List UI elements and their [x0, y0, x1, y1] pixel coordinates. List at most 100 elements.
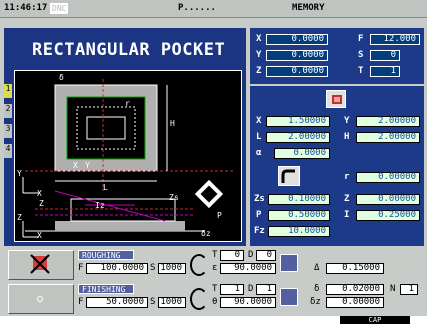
- finishing-rotation-icon[interactable]: [190, 288, 208, 310]
- memory-label: MEMORY: [292, 3, 325, 13]
- roughing-angle-field[interactable]: 90.0000: [220, 263, 276, 274]
- footer-bar: CAP: [0, 316, 427, 324]
- label-alpha: α: [256, 148, 262, 158]
- label-finishing-theta: θ: [212, 297, 218, 307]
- roughing-tool-field[interactable]: 0: [220, 250, 244, 261]
- roughing-tag: ROUGHING: [78, 250, 134, 260]
- finishing-tool-field[interactable]: 1: [220, 284, 244, 295]
- label-roughing-eps: ε: [212, 263, 218, 273]
- pocket-diagram: [22, 79, 235, 238]
- corner-type-button[interactable]: [278, 166, 300, 186]
- tool-field[interactable]: 1: [370, 66, 400, 77]
- finishing-dz-field[interactable]: 0.00000: [326, 297, 384, 308]
- radius-field[interactable]: 0.00000: [356, 172, 420, 183]
- program-name: P......: [178, 3, 216, 13]
- depth-field[interactable]: 0.50000: [268, 210, 330, 221]
- label-delta-top: δ: [59, 73, 64, 82]
- height-field[interactable]: 2.00000: [356, 132, 420, 143]
- label-iz: Iz: [95, 201, 105, 210]
- z-field[interactable]: 0.00000: [356, 194, 420, 205]
- drawing-panel: RECTANGULAR POCKET δ r H L X Y Zs Z Iz P…: [4, 28, 246, 246]
- geometry-panel: X 1.50000 Y 2.00000 L 2.00000 H 2.00000 …: [250, 86, 424, 246]
- x-center-field[interactable]: 1.50000: [266, 116, 330, 127]
- axis-z-label: Z: [17, 213, 22, 222]
- position-panel: X 0.0000 F 12.000 Y 0.0000 S 0 Z 0.0000 …: [250, 28, 424, 84]
- label-finishing-f: F: [78, 297, 84, 307]
- label-x-geom: X: [256, 116, 262, 126]
- label-speed: S: [358, 50, 364, 60]
- side-tab-3[interactable]: 3: [4, 124, 12, 138]
- z-position-field[interactable]: 0.0000: [266, 66, 328, 77]
- fz-field[interactable]: 10.0000: [268, 226, 330, 237]
- finishing-tool-button[interactable]: [8, 284, 74, 314]
- label-r: r: [125, 99, 130, 108]
- label-roughing-f: F: [78, 263, 84, 273]
- feed-field[interactable]: 12.000: [370, 34, 420, 45]
- axis-y-label: Y: [17, 169, 22, 178]
- roughing-delta-field[interactable]: 0.15000: [326, 263, 384, 274]
- label-y-pos: Y: [256, 50, 262, 60]
- axis-x2-label: X: [37, 231, 42, 240]
- label-zs-geom: Zs: [254, 194, 265, 204]
- y-center-field[interactable]: 2.00000: [356, 116, 420, 127]
- label-finishing-delta: δ: [314, 284, 320, 294]
- finishing-feed-field[interactable]: 50.0000: [86, 297, 148, 308]
- label-roughing-d: D: [248, 250, 254, 260]
- finishing-speed-field[interactable]: 1000: [158, 297, 186, 308]
- label-y: Y: [85, 161, 90, 170]
- label-roughing-s: S: [150, 263, 156, 273]
- side-tab-1[interactable]: 1: [4, 84, 12, 98]
- finishing-mode-button[interactable]: [280, 288, 298, 306]
- label-finishing-d: D: [248, 284, 254, 294]
- roughing-mode-button[interactable]: [280, 254, 298, 272]
- label-roughing-delta: Δ: [314, 263, 320, 273]
- label-h: H: [170, 119, 175, 128]
- label-zs: Zs: [169, 193, 179, 202]
- length-field[interactable]: 2.00000: [266, 132, 330, 143]
- label-finishing-t: T: [212, 284, 218, 294]
- zs-field[interactable]: 0.10000: [268, 194, 330, 205]
- corner-icon-button[interactable]: [326, 90, 346, 108]
- clock: 11:46:17: [4, 3, 48, 13]
- stop-icon: [332, 95, 342, 104]
- label-fz-geom: Fz: [254, 226, 265, 236]
- x-position-field[interactable]: 0.0000: [266, 34, 328, 45]
- caps-indicator: CAP: [340, 316, 410, 324]
- speed-field[interactable]: 0: [370, 50, 400, 61]
- finishing-angle-field[interactable]: 90.0000: [220, 297, 276, 308]
- label-r-geom: r: [344, 172, 350, 182]
- angle-field[interactable]: 0.0000: [274, 148, 330, 159]
- roughing-icon: [30, 254, 50, 274]
- page-title: RECTANGULAR POCKET: [32, 40, 226, 60]
- label-finishing-dz: δz: [310, 297, 321, 307]
- y-position-field[interactable]: 0.0000: [266, 50, 328, 61]
- side-tab-4[interactable]: 4: [4, 144, 12, 158]
- label-p-geom: P: [256, 210, 262, 220]
- label-z-geom: Z: [344, 194, 350, 204]
- roughing-feed-field[interactable]: 100.0000: [86, 263, 148, 274]
- side-tab-2[interactable]: 2: [4, 104, 12, 118]
- label-x-pos: X: [256, 34, 262, 44]
- finishing-icon: [37, 296, 43, 302]
- label-h-geom: H: [344, 132, 350, 142]
- label-finishing-s: S: [150, 297, 156, 307]
- label-z-pos: Z: [256, 66, 262, 76]
- label-roughing-t: T: [212, 250, 218, 260]
- finishing-d-field[interactable]: 1: [256, 284, 276, 295]
- roughing-d-field[interactable]: 0: [256, 250, 276, 261]
- label-l-geom: L: [256, 132, 262, 142]
- roughing-tool-button[interactable]: [8, 250, 74, 280]
- label-y-geom: Y: [344, 116, 350, 126]
- label-p: P: [217, 211, 222, 220]
- finishing-tag: FINISHING: [78, 284, 134, 294]
- finishing-n-field[interactable]: 1: [400, 284, 418, 295]
- finishing-delta-field[interactable]: 0.02000: [326, 284, 384, 295]
- increment-field[interactable]: 0.25000: [356, 210, 420, 221]
- label-z: Z: [39, 199, 44, 208]
- label-i-geom: I: [344, 210, 350, 220]
- label-finishing-n: N: [390, 284, 396, 294]
- roughing-speed-field[interactable]: 1000: [158, 263, 186, 274]
- roughing-rotation-icon[interactable]: [190, 254, 208, 276]
- label-x: X: [73, 161, 78, 170]
- drawing-area: δ r H L X Y Zs Z Iz P δz Y X Z X: [14, 70, 242, 242]
